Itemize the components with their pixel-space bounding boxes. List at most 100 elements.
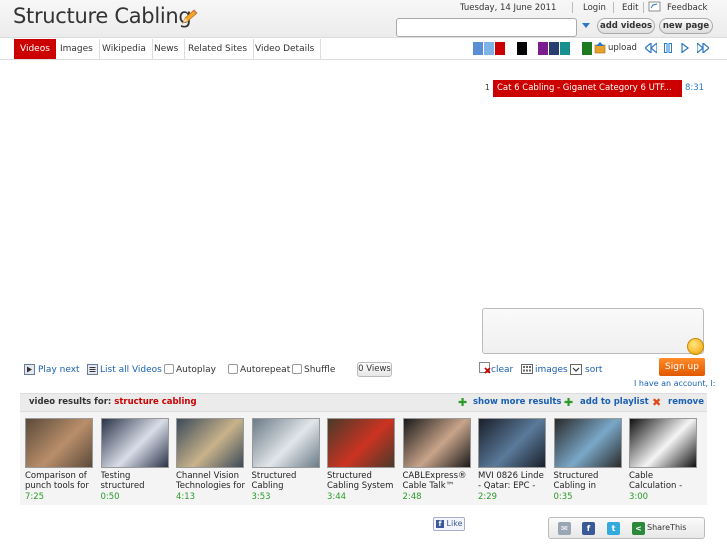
like-label: Like <box>446 519 463 528</box>
facebook-icon: f <box>436 520 444 528</box>
color-swatch[interactable] <box>571 42 582 55</box>
video-duration: 0:35 <box>553 492 573 502</box>
pause-icon[interactable] <box>664 43 672 53</box>
play-next-link[interactable]: Play next <box>38 365 80 375</box>
video-title[interactable]: Structured Cabling System <box>327 471 397 491</box>
new-page-button[interactable]: new page <box>659 18 713 34</box>
sharethis-label[interactable]: ShareThis <box>647 523 686 532</box>
site-title[interactable]: Structure Cabling <box>13 4 192 28</box>
divider <box>613 2 614 13</box>
play-icon[interactable] <box>681 43 689 53</box>
images-link[interactable]: images <box>535 365 568 375</box>
color-swatch[interactable] <box>538 42 549 55</box>
video-title[interactable]: Testing structured <box>101 471 171 491</box>
video-thumbnail[interactable] <box>553 418 622 468</box>
video-duration: 2:48 <box>402 492 422 502</box>
chevron-down-icon[interactable] <box>582 23 590 28</box>
add-videos-button[interactable]: add videos <box>597 18 655 34</box>
clear-icon[interactable] <box>479 362 491 374</box>
color-swatch[interactable] <box>582 42 592 55</box>
images-grid-icon[interactable] <box>521 364 533 374</box>
video-thumbnail[interactable] <box>402 418 471 468</box>
video-duration: 4:13 <box>176 492 196 502</box>
video-thumbnail[interactable] <box>176 418 244 468</box>
add-to-playlist-link[interactable]: add to playlist <box>580 397 649 407</box>
email-icon[interactable]: ✉ <box>558 522 571 535</box>
current-date: Tuesday, 14 June 2011 <box>460 3 557 13</box>
color-swatch[interactable] <box>505 42 516 55</box>
tab-video-details[interactable]: Video Details <box>249 39 322 59</box>
video-duration: 3:53 <box>251 492 271 502</box>
feedback-icon[interactable] <box>648 1 661 13</box>
color-swatch[interactable] <box>516 42 527 55</box>
fast-forward-icon[interactable] <box>697 43 709 53</box>
autoplay-label: Autoplay <box>176 365 216 375</box>
video-title[interactable]: MVI 0826 Linde - Qatar: EPC - <box>478 471 548 491</box>
shuffle-label: Shuffle <box>304 365 336 375</box>
tab-wikipedia[interactable]: Wikipedia <box>96 39 153 59</box>
sign-up-button[interactable]: Sign up <box>659 358 705 376</box>
playlist-item-title[interactable]: Cat 6 Cabling - Giganet Category 6 UTF..… <box>493 80 682 97</box>
smiley-icon[interactable] <box>687 338 704 355</box>
have-account-link[interactable]: I have an account, l: <box>634 379 715 388</box>
video-thumbnail[interactable] <box>629 418 697 468</box>
feedback-link[interactable]: Feedback <box>667 3 707 13</box>
shuffle-checkbox[interactable] <box>292 364 302 374</box>
results-label-text: video results for: <box>29 397 112 407</box>
video-thumbnail[interactable] <box>478 418 546 468</box>
rewind-icon[interactable] <box>645 43 657 53</box>
sort-link[interactable]: sort <box>585 365 602 375</box>
video-title[interactable]: Structured Cabling <box>252 471 322 491</box>
sharethis-icon[interactable]: < <box>632 522 645 535</box>
facebook-like-button[interactable]: f Like <box>433 517 465 531</box>
autorepeat-checkbox[interactable] <box>228 364 238 374</box>
remove-link[interactable]: remove <box>668 397 704 407</box>
video-title[interactable]: Comparison of punch tools for <box>25 471 95 491</box>
results-query: structure cabling <box>114 397 197 407</box>
video-title[interactable]: CABLExpress® Cable Talk™ #11 <box>403 471 473 491</box>
color-swatch[interactable] <box>527 42 538 55</box>
comment-box[interactable] <box>482 308 704 354</box>
video-duration: 0:50 <box>100 492 120 502</box>
play-next-icon[interactable] <box>24 364 35 375</box>
list-icon[interactable] <box>87 364 98 375</box>
tab-images[interactable]: Images <box>54 39 100 59</box>
color-swatch[interactable] <box>549 42 560 55</box>
video-title[interactable]: Channel Vision Technologies for <box>176 471 246 491</box>
divider <box>643 2 644 13</box>
video-thumbnail[interactable] <box>100 418 169 468</box>
remove-icon[interactable]: ✖ <box>652 396 661 409</box>
search-input[interactable] <box>396 18 577 37</box>
autoplay-checkbox[interactable] <box>164 364 174 374</box>
login-link[interactable]: Login <box>583 3 606 13</box>
video-thumbnail[interactable] <box>25 418 93 468</box>
show-more-results-link[interactable]: show more results <box>473 397 561 407</box>
video-duration: 3:00 <box>629 492 649 502</box>
sort-icon[interactable] <box>570 364 582 375</box>
video-duration: 2:29 <box>478 492 498 502</box>
clear-link[interactable]: clear <box>491 365 513 375</box>
video-duration: 3:44 <box>327 492 347 502</box>
upload-link[interactable]: upload <box>608 43 637 53</box>
video-title[interactable]: Cable Calculation - <box>629 471 699 491</box>
plus-icon[interactable]: ✚ <box>458 396 467 409</box>
color-swatch[interactable] <box>483 42 494 55</box>
color-swatch[interactable] <box>473 42 483 55</box>
facebook-icon[interactable]: f <box>582 522 595 535</box>
video-thumbnail[interactable] <box>251 418 320 468</box>
plus-icon[interactable]: ✚ <box>564 396 573 409</box>
playlist-item-duration: 8:31 <box>685 83 705 93</box>
autorepeat-label: Autorepeat <box>240 365 291 375</box>
video-title[interactable]: Structured Cabling in <box>554 471 624 491</box>
video-thumbnail[interactable] <box>327 418 395 468</box>
twitter-icon[interactable]: t <box>607 522 620 535</box>
list-all-videos-link[interactable]: List all Videos <box>100 365 162 375</box>
upload-icon[interactable] <box>594 42 606 54</box>
tab-related-sites[interactable]: Related Sites <box>182 39 255 59</box>
color-swatch[interactable] <box>494 42 505 55</box>
edit-link[interactable]: Edit <box>622 3 638 13</box>
tab-news[interactable]: News <box>148 39 186 59</box>
pencil-edit-icon[interactable] <box>181 9 199 25</box>
tab-videos[interactable]: Videos <box>14 39 56 59</box>
color-swatch[interactable] <box>560 42 571 55</box>
